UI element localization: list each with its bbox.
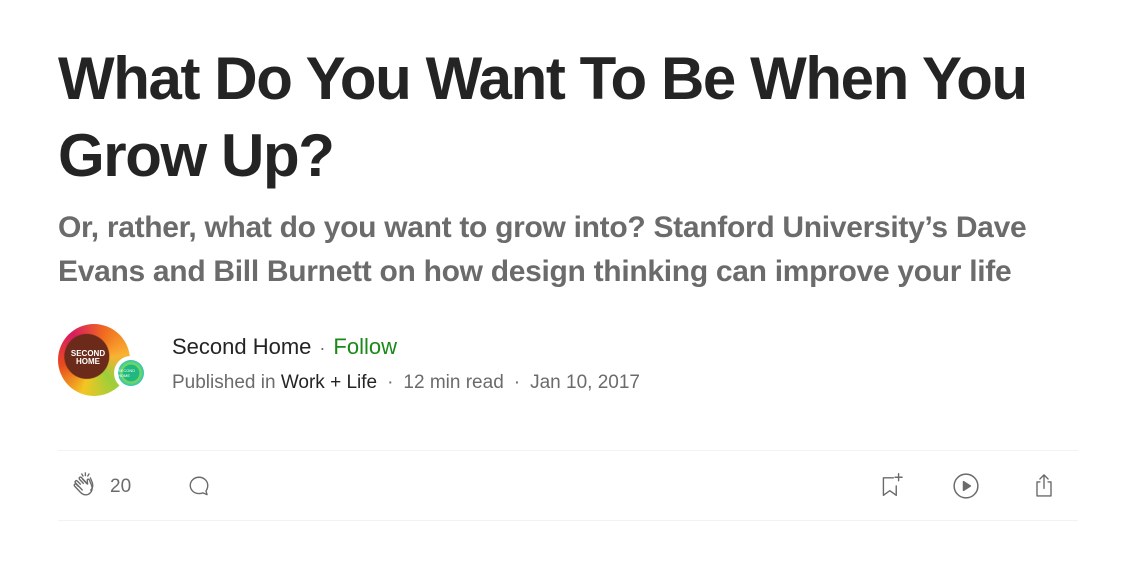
follow-button[interactable]: Follow [333,334,397,359]
published-in-label: Published in [172,372,276,393]
comment-button[interactable] [183,470,215,502]
article-meta: Published in Work + Life · 12 min read · Jan… [172,370,640,396]
read-time: 12 min read [403,372,504,393]
share-button[interactable] [1028,470,1060,502]
clap-button[interactable] [70,470,102,502]
bookmark-add-icon [877,472,905,500]
listen-button[interactable] [950,470,982,502]
author-separator: · [319,338,326,358]
clap-count: 20 [110,476,132,497]
comment-icon [185,472,213,500]
publish-date: Jan 10, 2017 [530,372,640,393]
save-button[interactable] [875,470,907,502]
publication-avatar[interactable]: SECOND HOME [114,356,148,390]
meta-separator: · [387,372,394,393]
action-bar: 20 [58,450,1078,521]
play-circle-icon [951,471,981,501]
article-subtitle: Or, rather, what do you want to grow int… [58,211,1027,288]
meta-separator: · [513,372,521,393]
publication-logo: SECOND HOME [118,360,144,386]
author-name-link[interactable]: Second Home [172,334,311,359]
author-line: Second Home · Follow [172,332,397,363]
article-title: What Do You Want To Be When You Grow Up? [58,45,1028,189]
author-row: SECOND HOME SECOND HOME Second Home · Foll… [58,324,858,396]
article-header: What Do You Want To Be When You Grow Up?… [0,0,1134,574]
avatar-logo-text: SECOND HOME [70,349,106,366]
clap-icon [71,471,101,501]
publication-link[interactable]: Work + Life [281,372,377,393]
share-icon [1030,472,1058,500]
